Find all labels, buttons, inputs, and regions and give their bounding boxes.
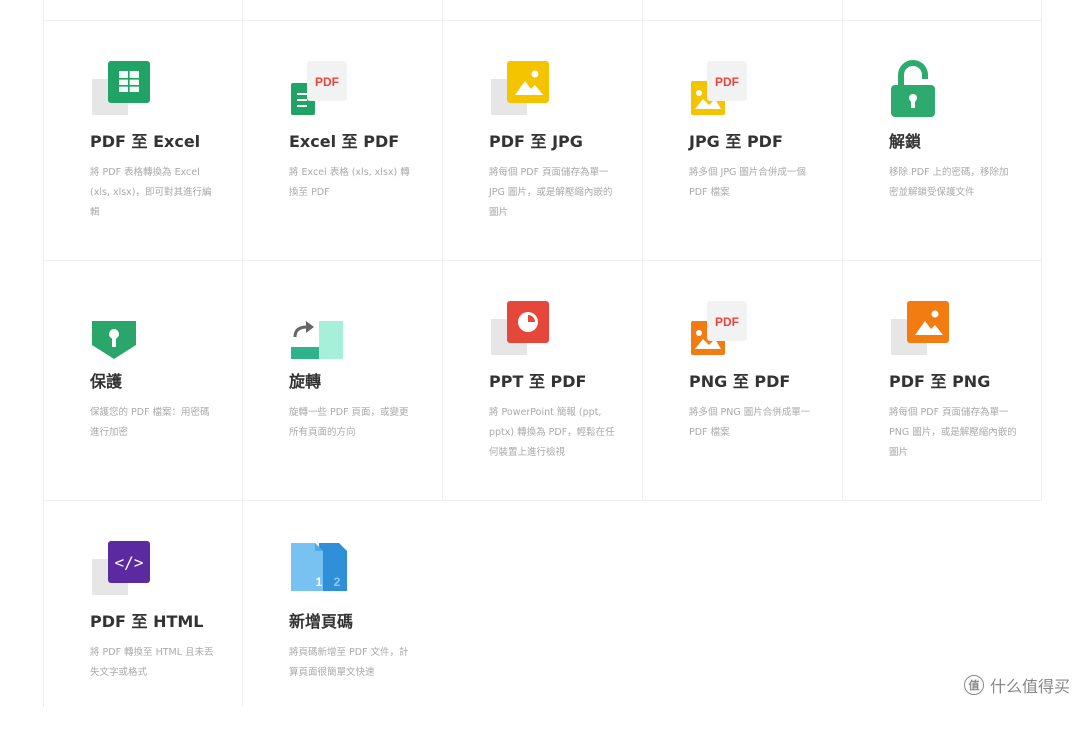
tool-title: 旋轉	[289, 372, 322, 391]
tool-title: 新增頁碼	[289, 612, 354, 631]
tool-description: 旋轉一些 PDF 頁面，或變更所有頁面的方向	[289, 407, 409, 438]
pdf-to-png-icon	[889, 299, 949, 359]
tool-title: PPT 至 PDF	[489, 372, 587, 391]
watermark-text: 什么值得买	[989, 677, 1070, 696]
excel-to-pdf-icon: PDF	[289, 59, 349, 119]
page-numbers-icon: 1 2	[289, 539, 349, 599]
tool-title: PDF 至 PNG	[889, 372, 991, 391]
tool-description: 將 PowerPoint 簡報 (ppt, pptx) 轉換為 PDF，輕鬆在任…	[489, 407, 615, 458]
tool-description: 將多個 PNG 圖片合併成單一 PDF 檔案	[689, 407, 811, 438]
pdf-to-excel-icon	[90, 59, 150, 119]
tools-grid: PDF 至 Excel 將 PDF 表格轉換為 Excel (xls, xlsx…	[0, 0, 1080, 707]
tool-description: 將每個 PDF 頁面儲存為單一 JPG 圖片，或是解壓縮內嵌的圖片	[489, 167, 613, 218]
png-to-pdf-icon: PDF	[689, 299, 749, 359]
tool-card-unlock[interactable]: 解鎖 移除 PDF 上的密碼，移除加密並解鎖受保護文件	[843, 21, 1043, 261]
tool-card-protect[interactable]: 保護 保護您的 PDF 檔案：用密碼進行加密	[44, 261, 244, 501]
pdf-to-jpg-icon	[489, 59, 549, 119]
tool-card-rotate[interactable]: 旋轉 旋轉一些 PDF 頁面，或變更所有頁面的方向	[243, 261, 443, 501]
tool-description: 保護您的 PDF 檔案：用密碼進行加密	[90, 407, 210, 438]
tool-card-pdf-to-jpg[interactable]: PDF 至 JPG 將每個 PDF 頁面儲存為單一 JPG 圖片，或是解壓縮內嵌…	[443, 21, 643, 261]
tool-description: 將 PDF 轉換至 HTML 且未丟失文字或格式	[90, 647, 214, 678]
site-watermark: 值 什么值得买	[963, 673, 1070, 697]
tool-description: 將 Excel 表格 (xls, xlsx) 轉換至 PDF	[289, 167, 410, 198]
pdf-badge-text: PDF	[315, 75, 339, 89]
page-number-text: 1	[316, 575, 323, 589]
ppt-to-pdf-icon	[489, 299, 549, 359]
pdf-to-html-icon: </>	[90, 539, 150, 599]
tool-card-add-page-numbers[interactable]: 1 2 新增頁碼 將頁碼新增至 PDF 文件，計算頁面很簡單文快速	[243, 501, 443, 741]
tool-title: Excel 至 PDF	[289, 132, 400, 151]
tool-card-png-to-pdf[interactable]: PDF PNG 至 PDF 將多個 PNG 圖片合併成單一 PDF 檔案	[643, 261, 843, 501]
tool-description: 將多個 JPG 圖片合併成一個 PDF 檔案	[689, 167, 806, 198]
tool-description: 將每個 PDF 頁面儲存為單一 PNG 圖片，或是解壓縮內嵌的圖片	[889, 407, 1017, 458]
tool-title: PDF 至 Excel	[90, 132, 201, 151]
tool-card-excel-to-pdf[interactable]: PDF Excel 至 PDF 將 Excel 表格 (xls, xlsx) 轉…	[243, 21, 443, 261]
tool-description: 移除 PDF 上的密碼，移除加密並解鎖受保護文件	[889, 167, 1009, 198]
jpg-to-pdf-icon: PDF	[689, 59, 749, 119]
tool-card-ppt-to-pdf[interactable]: PPT 至 PDF 將 PowerPoint 簡報 (ppt, pptx) 轉換…	[443, 261, 643, 501]
shield-icon	[90, 299, 150, 359]
pdf-badge-text: PDF	[715, 315, 739, 329]
tool-title: 保護	[90, 372, 123, 391]
tool-title: 解鎖	[889, 132, 922, 151]
tool-card-pdf-to-excel[interactable]: PDF 至 Excel 將 PDF 表格轉換為 Excel (xls, xlsx…	[44, 21, 244, 261]
page-number-text: 2	[334, 575, 341, 589]
tool-title: PNG 至 PDF	[689, 372, 791, 391]
tool-title: PDF 至 HTML	[90, 612, 204, 631]
tool-description: 將 PDF 表格轉換為 Excel (xls, xlsx)，即可對其進行編輯	[90, 167, 212, 218]
tool-card-pdf-to-png[interactable]: PDF 至 PNG 將每個 PDF 頁面儲存為單一 PNG 圖片，或是解壓縮內嵌…	[843, 261, 1043, 501]
tool-card-pdf-to-html[interactable]: </> PDF 至 HTML 將 PDF 轉換至 HTML 且未丟失文字或格式	[44, 501, 244, 741]
unlock-icon	[889, 59, 949, 119]
tool-title: JPG 至 PDF	[689, 132, 783, 151]
code-glyph: </>	[115, 553, 144, 572]
watermark-logo-icon: 值	[963, 675, 984, 695]
pdf-badge-text: PDF	[715, 75, 739, 89]
tool-card-jpg-to-pdf[interactable]: PDF JPG 至 PDF 將多個 JPG 圖片合併成一個 PDF 檔案	[643, 21, 843, 261]
rotate-icon	[289, 299, 349, 359]
tool-title: PDF 至 JPG	[489, 132, 583, 151]
tool-description: 將頁碼新增至 PDF 文件，計算頁面很簡單文快速	[289, 647, 409, 678]
